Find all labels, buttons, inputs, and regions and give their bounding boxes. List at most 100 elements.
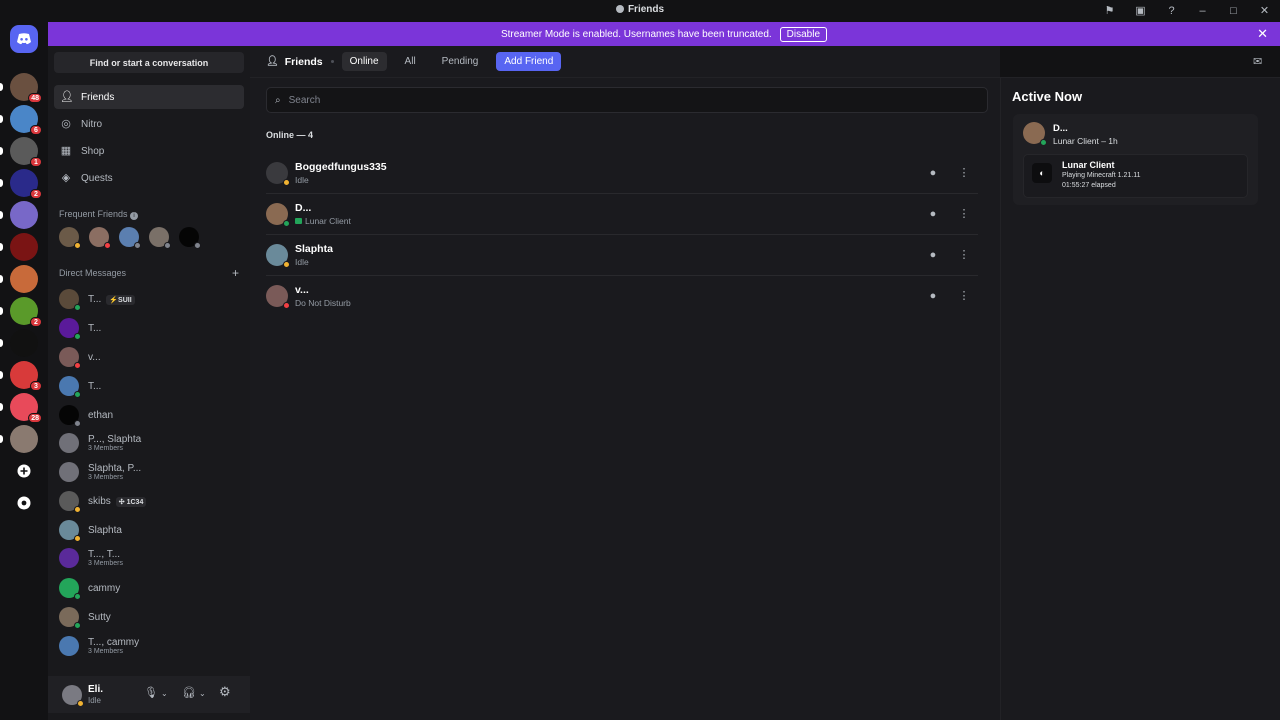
avatar: [266, 285, 290, 309]
sidebar-item-quests[interactable]: ◈ Quests: [54, 166, 244, 190]
dm-item[interactable]: T...: [59, 314, 244, 342]
dm-item[interactable]: Sutty: [59, 603, 244, 631]
game-elapsed: 01:55:27 elapsed: [1062, 182, 1116, 189]
headphones-icon[interactable]: 🎧︎: [182, 686, 196, 699]
guild-icon[interactable]: 6: [0, 105, 42, 135]
maximize-button[interactable]: □: [1218, 5, 1249, 17]
friend-avatar[interactable]: [89, 227, 111, 249]
inbox-icon[interactable]: ⚑: [1094, 4, 1125, 17]
message-icon[interactable]: ●: [922, 162, 944, 184]
screen-icon[interactable]: ▣: [1125, 4, 1156, 17]
activity-card[interactable]: ◐ Lunar Client Playing Minecraft 1.21.11…: [1023, 154, 1248, 198]
dm-item[interactable]: skibs ✣ 1C34: [59, 487, 244, 515]
friend-avatar[interactable]: [59, 227, 81, 249]
friend-avatar[interactable]: [149, 227, 171, 249]
dm-item[interactable]: cammy: [59, 574, 244, 602]
dm-text: Slaphta, P... 3 Members: [88, 463, 141, 481]
dm-name: Slaphta: [88, 524, 122, 536]
friend-row[interactable]: D... Lunar Client ● ⋮: [266, 193, 978, 234]
dm-item[interactable]: T..., T... 3 Members: [59, 544, 244, 572]
discover-icon[interactable]: [16, 495, 32, 511]
avatar: [1023, 122, 1047, 146]
guild-icon[interactable]: 3: [0, 361, 42, 391]
dm-item[interactable]: T...: [59, 372, 244, 400]
active-now-panel: Active Now D... Lunar Client – 1h ◐ Luna…: [1000, 78, 1280, 720]
dm-text: T... ⚡SUII: [88, 294, 135, 305]
active-now-card[interactable]: D... Lunar Client – 1h ◐ Lunar Client Pl…: [1013, 114, 1258, 205]
friend-avatar[interactable]: [179, 227, 201, 249]
guild-icon[interactable]: [0, 265, 38, 293]
message-icon[interactable]: ●: [922, 203, 944, 225]
message-icon[interactable]: ●: [922, 285, 944, 307]
avatar: [266, 161, 290, 186]
friend-row[interactable]: Boggedfungus335 Idle ● ⋮: [266, 152, 978, 193]
message-icon[interactable]: ●: [922, 244, 944, 266]
avatar: [59, 376, 81, 398]
friend-name: Slaphta: [295, 243, 333, 255]
friend-row[interactable]: v... Do Not Disturb ● ⋮: [266, 275, 978, 316]
guild-icon[interactable]: [0, 201, 38, 229]
gear-icon[interactable]: ⚙: [219, 684, 231, 700]
frequent-friends-title: Frequent Friends: [59, 209, 128, 219]
dm-item[interactable]: ethan: [59, 401, 244, 429]
dm-item[interactable]: T... ⚡SUII: [59, 285, 244, 313]
avatar: [59, 347, 81, 369]
friends-icon: 👤︎: [266, 56, 279, 67]
close-window-button[interactable]: ✕: [1249, 4, 1280, 17]
dm-item[interactable]: Slaphta: [59, 516, 244, 544]
avatar[interactable]: [62, 685, 84, 707]
discord-icon: [17, 33, 31, 45]
tab-pending[interactable]: Pending: [434, 52, 487, 71]
more-icon[interactable]: ⋮: [953, 162, 975, 184]
new-group-dm-icon[interactable]: ✉: [1253, 55, 1262, 68]
info-icon[interactable]: i: [130, 212, 139, 220]
disable-button[interactable]: Disable: [779, 26, 828, 42]
friend-info: D... Lunar Client: [295, 202, 351, 226]
guild-icon[interactable]: 48: [0, 73, 42, 103]
guild-icon[interactable]: 2: [0, 169, 42, 199]
unread-badge: 48: [28, 93, 42, 103]
tab-all[interactable]: All: [397, 52, 424, 71]
avatar: [266, 244, 290, 268]
dm-item[interactable]: v...: [59, 343, 244, 371]
add-dm-icon[interactable]: +: [232, 266, 239, 280]
friend-name: v...: [295, 284, 309, 296]
dm-item[interactable]: T..., cammy 3 Members: [59, 632, 244, 660]
chevron-down-icon[interactable]: ⌄: [199, 689, 206, 698]
sidebar-item-friends[interactable]: 👤︎ Friends: [54, 85, 244, 109]
close-icon[interactable]: ✕: [1257, 26, 1268, 42]
guild-icon[interactable]: 28: [0, 393, 42, 423]
guild-icon[interactable]: 2: [0, 297, 42, 327]
more-icon[interactable]: ⋮: [953, 203, 975, 225]
find-conversation-button[interactable]: Find or start a conversation: [54, 52, 244, 73]
add-server-icon[interactable]: [16, 463, 32, 479]
guild-icon[interactable]: [0, 233, 38, 261]
guild-icon[interactable]: 1: [0, 137, 42, 167]
guild-icon[interactable]: [0, 329, 38, 357]
tab-online[interactable]: Online: [341, 52, 387, 71]
dm-item[interactable]: P..., Slaphta 3 Members: [59, 429, 244, 457]
dm-text: v...: [88, 352, 101, 363]
dm-name: T..., T...: [88, 549, 121, 560]
minimize-button[interactable]: –: [1187, 5, 1218, 17]
avatar: [59, 607, 81, 629]
friend-avatar[interactable]: [119, 227, 141, 249]
search-input[interactable]: ⌕ Search: [266, 87, 988, 113]
friends-icon: 👤︎: [60, 91, 74, 103]
dm-item[interactable]: Slaphta, P... 3 Members: [59, 458, 244, 486]
more-icon[interactable]: ⋮: [953, 244, 975, 266]
guild-icon[interactable]: [0, 425, 38, 453]
sidebar-item-nitro[interactable]: ◎ Nitro: [54, 112, 244, 136]
dm-members: 3 Members: [88, 648, 124, 655]
dm-text: Sutty: [88, 612, 111, 623]
friends-title-text: Friends: [284, 55, 323, 68]
microphone-icon[interactable]: 🎙︎: [144, 686, 158, 699]
add-friend-button[interactable]: Add Friend: [496, 52, 562, 71]
home-button[interactable]: [10, 25, 38, 53]
sidebar-item-shop[interactable]: ▦ Shop: [54, 139, 244, 163]
friend-row[interactable]: Slaphta Idle ● ⋮: [266, 234, 978, 275]
help-icon[interactable]: ?: [1156, 5, 1187, 17]
more-icon[interactable]: ⋮: [953, 285, 975, 307]
chevron-down-icon[interactable]: ⌄: [161, 689, 168, 698]
dm-name: Sutty: [88, 611, 111, 623]
